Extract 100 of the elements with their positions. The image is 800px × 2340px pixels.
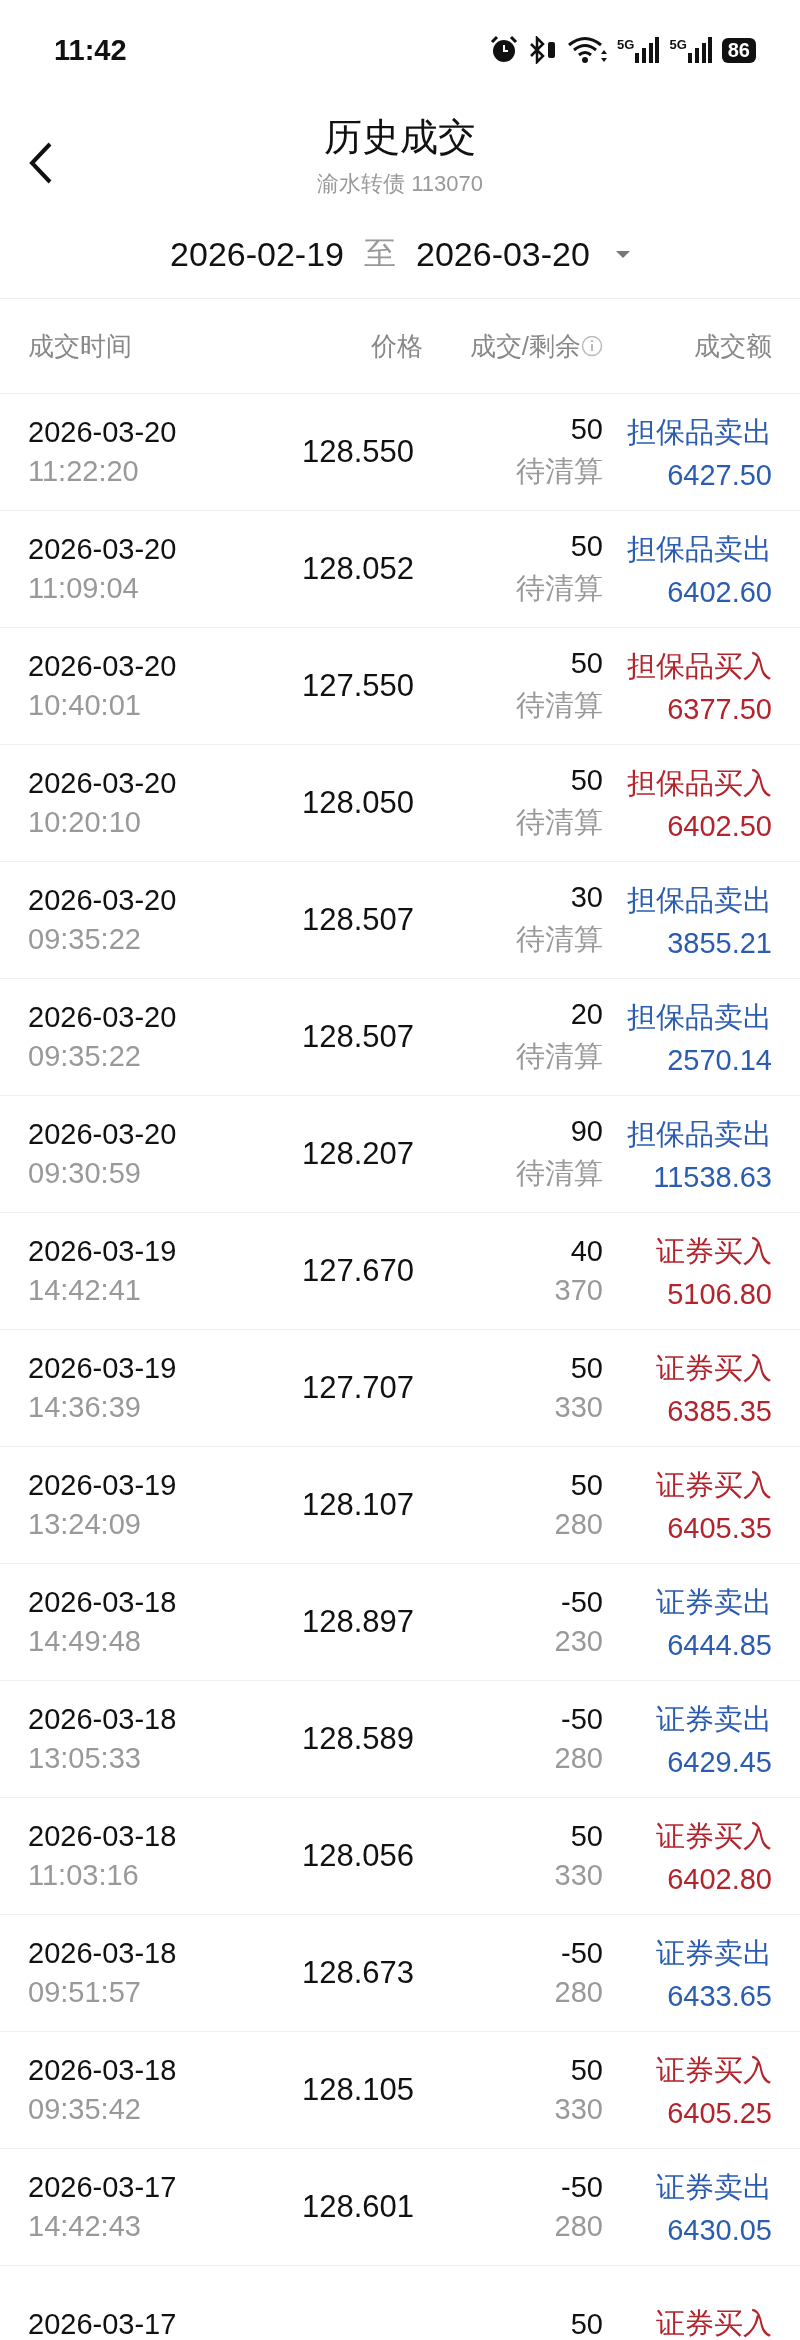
trade-quantity: 50 [570, 2307, 603, 2340]
trade-quantity: 50 [570, 646, 603, 680]
signal-icon [687, 37, 712, 63]
column-header: 成交时间 [28, 329, 133, 363]
trade-type: 证券卖出 [656, 2169, 772, 2205]
page-title: 历史成交 [324, 114, 476, 160]
remaining-quantity: 230 [554, 1625, 603, 1658]
trade-date: 2026-03-20 [28, 416, 178, 449]
trade-date: 2026-03-20 [28, 884, 178, 917]
trade-time: 09:30:59 [28, 1157, 142, 1190]
trade-quantity: 50 [570, 1469, 603, 1502]
trade-type: 证券买入 [656, 2306, 772, 2340]
trade-date: 2026-03-19 [28, 1352, 178, 1385]
start-date[interactable]: 2026-02-19 [170, 234, 344, 274]
remaining-quantity: 330 [554, 2093, 603, 2126]
trade-price: 128.056 [300, 1838, 416, 1874]
remaining-quantity: 待清算 [516, 1155, 603, 1191]
trade-amount: 6427.50 [667, 458, 772, 492]
trade-time: 14:42:41 [28, 1274, 142, 1307]
trade-time: 13:24:09 [28, 1508, 142, 1541]
remaining-quantity: 330 [554, 1391, 603, 1424]
trade-type: 担保品卖出 [627, 1116, 772, 1152]
trade-price: 128.050 [300, 785, 416, 821]
trade-type: 证券卖出 [656, 1584, 772, 1620]
trade-amount: 6444.85 [667, 1628, 772, 1662]
trade-date: 2026-03-18 [28, 1586, 178, 1619]
remaining-quantity: 待清算 [516, 1038, 603, 1074]
status-time: 11:42 [54, 33, 127, 67]
trade-time: 10:40:01 [28, 689, 142, 722]
trade-price: 127.707 [300, 1370, 416, 1406]
remaining-quantity: 待清算 [516, 804, 603, 840]
trade-price: 128.673 [300, 1955, 416, 1991]
trade-date: 2026-03-20 [28, 650, 178, 683]
trade-price: 128.550 [300, 434, 416, 470]
trade-type: 担保品卖出 [627, 414, 772, 450]
wifi-icon [567, 36, 608, 64]
trade-amount: 6405.35 [667, 1511, 772, 1545]
trade-time: 14:36:39 [28, 1391, 142, 1424]
dropdown-caret-icon[interactable] [615, 249, 630, 259]
trade-type: 担保品卖出 [627, 531, 772, 567]
trade-price: 128.507 [300, 902, 416, 938]
trade-quantity: 50 [570, 1352, 603, 1385]
trade-type: 担保品卖出 [627, 999, 772, 1035]
trade-date: 2026-03-18 [28, 1703, 178, 1736]
trade-price: 128.601 [300, 2189, 416, 2225]
remaining-quantity: 待清算 [516, 570, 603, 606]
trade-price: 128.507 [300, 1019, 416, 1055]
remaining-quantity: 待清算 [516, 453, 603, 489]
trade-amount: 6433.65 [667, 1979, 772, 2013]
trade-quantity: 50 [570, 763, 603, 797]
trade-amount: 2570.14 [667, 1043, 772, 1077]
trade-time: 14:49:48 [28, 1625, 142, 1658]
trade-amount: 11538.63 [653, 1160, 772, 1194]
trade-type: 担保品买入 [627, 765, 772, 801]
trade-time: 09:51:57 [28, 1976, 142, 2009]
trade-quantity: -50 [561, 1937, 603, 1970]
trade-time: 10:20:10 [28, 806, 142, 839]
battery-level: 86 [721, 37, 756, 63]
trade-amount: 6430.05 [667, 2213, 772, 2247]
trade-time: 11:22:20 [28, 455, 140, 488]
network-label: 5G [669, 37, 687, 52]
trade-type: 证券买入 [656, 1233, 772, 1269]
trade-type: 证券买入 [656, 2052, 772, 2088]
trade-price: 127.670 [300, 1253, 416, 1289]
trade-type: 担保品卖出 [627, 882, 772, 918]
remaining-quantity: 280 [554, 2210, 603, 2243]
trade-type: 证券卖出 [656, 1701, 772, 1737]
trade-quantity: 90 [570, 1114, 603, 1148]
remaining-quantity: 280 [554, 1742, 603, 1775]
trade-type: 证券买入 [656, 1818, 772, 1854]
trade-price: 128.207 [300, 1136, 416, 1172]
trade-type: 证券买入 [656, 1467, 772, 1503]
page-subtitle: 渝水转债 113070 [317, 169, 483, 198]
trade-date: 2026-03-17 [28, 2171, 178, 2204]
trade-quantity: -50 [561, 2171, 603, 2204]
trade-time: 14:42:43 [28, 2210, 142, 2243]
end-date[interactable]: 2026-03-20 [416, 234, 590, 274]
trade-quantity: 50 [570, 2054, 603, 2087]
bluetooth-icon [529, 36, 558, 64]
trade-quantity: 50 [570, 412, 603, 446]
trade-date: 2026-03-19 [28, 1469, 178, 1502]
trade-price: 128.052 [300, 551, 416, 587]
remaining-quantity: 待清算 [516, 921, 603, 957]
remaining-quantity: 370 [554, 1274, 603, 1307]
trade-date: 2026-03-20 [28, 767, 178, 800]
trade-date: 2026-03-20 [28, 1118, 178, 1151]
trade-time: 09:35:42 [28, 2093, 142, 2126]
remaining-quantity: 330 [554, 1859, 603, 1892]
trade-quantity: 30 [570, 880, 603, 914]
alarm-icon [489, 35, 520, 65]
trade-price: 128.589 [300, 1721, 416, 1757]
trade-amount: 6402.60 [667, 575, 772, 609]
column-header: 价格 [370, 329, 423, 363]
trade-amount: 6429.45 [667, 1745, 772, 1779]
trade-quantity: -50 [561, 1586, 603, 1619]
column-header: 成交额 [693, 329, 772, 363]
trade-amount: 3855.21 [667, 926, 772, 960]
trade-date: 2026-03-18 [28, 1820, 178, 1853]
trade-amount: 6377.50 [667, 692, 772, 726]
trade-price: 128.107 [300, 1487, 416, 1523]
